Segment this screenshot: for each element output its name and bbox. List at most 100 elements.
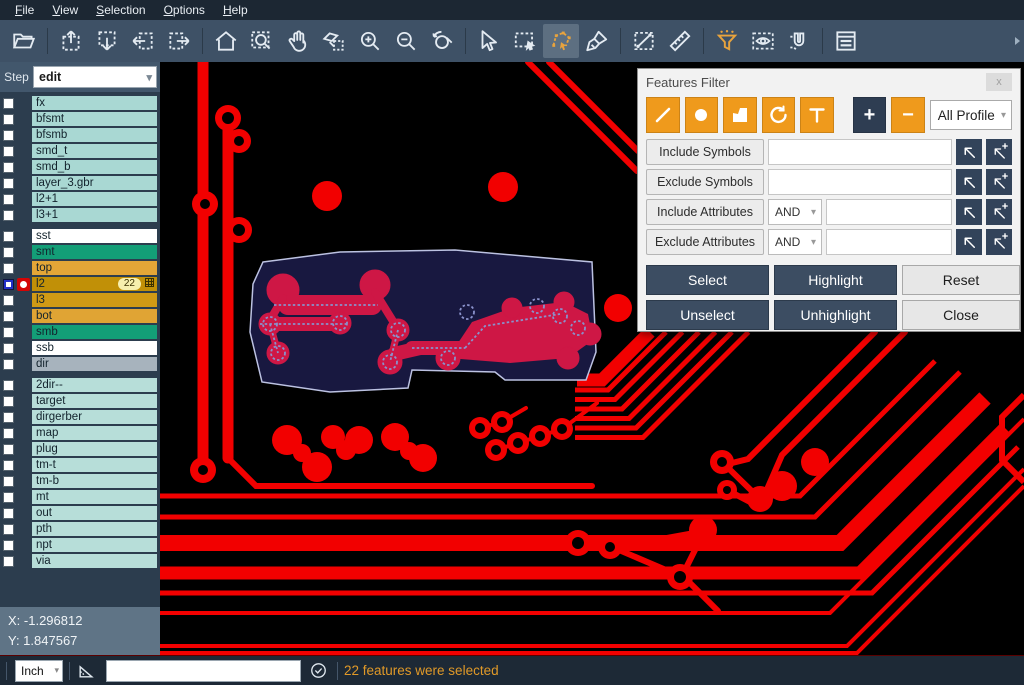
layer-name[interactable]: l3 — [32, 293, 157, 308]
pick-add-symbols-icon[interactable] — [986, 169, 1012, 195]
layer-checkbox[interactable] — [3, 311, 14, 322]
zoom-in-icon[interactable] — [352, 24, 388, 58]
layer-checkbox-checked[interactable] — [3, 279, 14, 290]
layers-panel-icon[interactable] — [828, 24, 864, 58]
layer-checkbox[interactable] — [3, 194, 14, 205]
features-grid-icon[interactable] — [145, 277, 154, 292]
layer-name[interactable]: dir — [32, 357, 157, 372]
layer-name[interactable]: smb — [32, 325, 157, 340]
layer-checkbox[interactable] — [3, 460, 14, 471]
include-attributes-operator[interactable]: AND▾ — [768, 199, 822, 225]
include-symbols-input[interactable] — [768, 139, 952, 165]
toolbar-overflow-chevron[interactable] — [1015, 37, 1020, 45]
layer-checkbox[interactable] — [3, 412, 14, 423]
layer-name[interactable]: smd_t — [32, 144, 157, 159]
pick-symbols-icon[interactable] — [956, 169, 982, 195]
dialog-titlebar[interactable]: Features Filter x — [638, 69, 1020, 95]
exclude-symbols-button[interactable]: Exclude Symbols — [646, 169, 764, 195]
layer-name[interactable]: top — [32, 261, 157, 276]
pick-symbols-icon[interactable] — [956, 139, 982, 165]
layer-checkbox[interactable] — [3, 343, 14, 354]
layer-name[interactable]: tm-t — [32, 458, 157, 473]
unselect-button[interactable]: Unselect — [646, 300, 769, 330]
layer-name[interactable]: tm-b — [32, 474, 157, 489]
close-icon[interactable]: x — [986, 73, 1012, 91]
filter-pad-icon[interactable] — [685, 97, 719, 133]
layer-checkbox[interactable] — [3, 508, 14, 519]
layer-checkbox[interactable] — [3, 428, 14, 439]
select-pointer-icon[interactable] — [471, 24, 507, 58]
selection-polygon[interactable] — [250, 250, 601, 392]
select-polygon-icon[interactable] — [543, 24, 579, 58]
exclude-symbols-input[interactable] — [768, 169, 952, 195]
pick-attributes-icon[interactable] — [956, 229, 982, 255]
pick-attributes-icon[interactable] — [956, 199, 982, 225]
include-attributes-button[interactable]: Include Attributes — [646, 199, 764, 225]
layer-name[interactable]: plug — [32, 442, 157, 457]
layer-checkbox[interactable] — [3, 492, 14, 503]
include-attributes-input[interactable] — [826, 199, 952, 225]
layer-name[interactable]: via — [32, 554, 157, 569]
open-folder-icon[interactable] — [6, 24, 42, 58]
filter-positive-button[interactable]: + — [853, 97, 887, 133]
measure-ruler-icon[interactable] — [662, 24, 698, 58]
layer-name[interactable]: mt — [32, 490, 157, 505]
layer-checkbox[interactable] — [3, 540, 14, 551]
measure-distance-icon[interactable] — [626, 24, 662, 58]
step-right-icon[interactable] — [161, 24, 197, 58]
pan-hand-icon[interactable] — [280, 24, 316, 58]
layer-checkbox[interactable] — [3, 556, 14, 567]
menu-view[interactable]: View — [43, 1, 87, 19]
select-rectangle-icon[interactable] — [507, 24, 543, 58]
layer-checkbox[interactable] — [3, 231, 14, 242]
layer-name[interactable]: sst — [32, 229, 157, 244]
layer-name[interactable]: 2dir-- — [32, 378, 157, 393]
zoom-selection-icon[interactable] — [316, 24, 352, 58]
profile-select[interactable]: All Profile ▾ — [930, 100, 1012, 130]
filter-text-icon[interactable] — [800, 97, 834, 133]
layer-checkbox[interactable] — [3, 146, 14, 157]
filter-negative-button[interactable]: − — [891, 97, 925, 133]
close-button[interactable]: Close — [902, 300, 1020, 330]
command-input[interactable] — [106, 660, 301, 682]
layer-name[interactable]: l2 22 — [32, 277, 157, 292]
layer-name[interactable]: map — [32, 426, 157, 441]
layer-checkbox[interactable] — [3, 247, 14, 258]
features-filter-icon[interactable] — [709, 24, 745, 58]
refresh-status-icon[interactable] — [309, 661, 328, 680]
exclude-attributes-operator[interactable]: AND▾ — [768, 229, 822, 255]
layer-checkbox[interactable] — [3, 210, 14, 221]
layer-name[interactable]: layer_3.gbr — [32, 176, 157, 191]
measure-angle-icon[interactable] — [76, 661, 96, 681]
export-up-icon[interactable] — [53, 24, 89, 58]
layer-checkbox[interactable] — [3, 380, 14, 391]
pick-add-symbols-icon[interactable] — [986, 139, 1012, 165]
layer-checkbox[interactable] — [3, 162, 14, 173]
pick-add-attributes-icon[interactable] — [986, 199, 1012, 225]
zoom-out-icon[interactable] — [388, 24, 424, 58]
zoom-previous-icon[interactable] — [424, 24, 460, 58]
layer-name[interactable]: npt — [32, 538, 157, 553]
step-select[interactable]: edit ▾ — [33, 66, 157, 88]
layer-checkbox[interactable] — [3, 98, 14, 109]
filter-line-icon[interactable] — [646, 97, 680, 133]
exclude-attributes-button[interactable]: Exclude Attributes — [646, 229, 764, 255]
include-symbols-button[interactable]: Include Symbols — [646, 139, 764, 165]
layer-name[interactable]: bfsmb — [32, 128, 157, 143]
layer-name[interactable]: target — [32, 394, 157, 409]
layer-name[interactable]: dirgerber — [32, 410, 157, 425]
layer-checkbox[interactable] — [3, 178, 14, 189]
layer-name[interactable]: bfsmt — [32, 112, 157, 127]
layer-checkbox[interactable] — [3, 396, 14, 407]
pick-add-attributes-icon[interactable] — [986, 229, 1012, 255]
highlight-button[interactable]: Highlight — [774, 265, 897, 295]
layer-checkbox[interactable] — [3, 524, 14, 535]
layer-checkbox[interactable] — [3, 263, 14, 274]
layer-name[interactable]: pth — [32, 522, 157, 537]
layer-name[interactable]: smt — [32, 245, 157, 260]
menu-selection[interactable]: Selection — [87, 1, 154, 19]
menu-options[interactable]: Options — [155, 1, 214, 19]
clear-brush-icon[interactable] — [579, 24, 615, 58]
layer-name[interactable]: l2+1 — [32, 192, 157, 207]
layer-name[interactable]: fx — [32, 96, 157, 111]
